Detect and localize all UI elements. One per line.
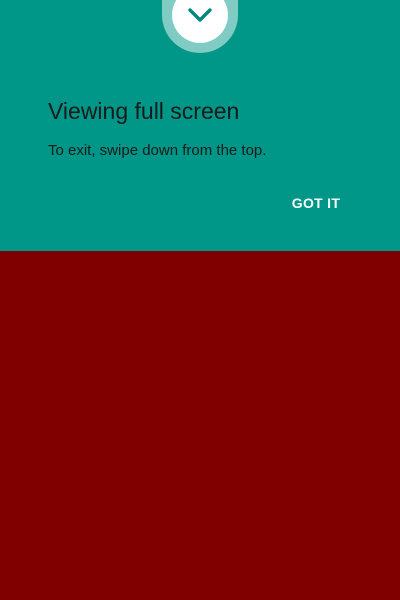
immersive-mode-confirmation-dialog: Viewing full screen To exit, swipe down … [0,0,400,251]
dialog-title: Viewing full screen [48,98,240,124]
got-it-button[interactable]: GOT IT [280,186,352,220]
icon-badge [162,0,238,53]
dialog-message: To exit, swipe down from the top. [48,142,267,159]
icon-circle [172,0,228,43]
chevron-down-icon [188,8,212,22]
device-screen: Viewing full screen To exit, swipe down … [0,0,400,600]
